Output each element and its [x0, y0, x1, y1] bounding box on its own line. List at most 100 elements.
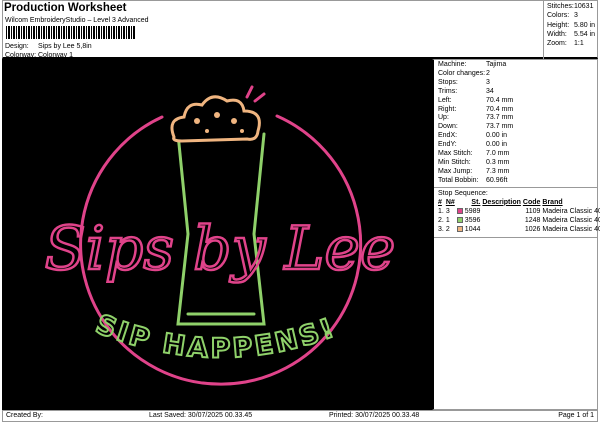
needle: 3	[445, 207, 450, 215]
stat-label: Width:	[547, 30, 567, 38]
description	[482, 207, 523, 216]
created-by: Created By:	[6, 412, 43, 419]
colorway-value: Colorway 1	[38, 52, 74, 59]
stat-row: EndY: 0.00 in	[438, 141, 597, 150]
stat-value: 5.54 in	[574, 30, 596, 38]
stats-box: Stitches:10631 Colors: 3 Height: 5.80 in Widt…	[543, 0, 598, 59]
stat-row: Max Stitch: 7.0 mm	[438, 150, 597, 159]
stat-label: Colors:	[547, 12, 570, 20]
brand: Madeira Classic 40	[542, 216, 600, 224]
needle: 1	[445, 216, 450, 224]
colorway-row: Colorway: Colorway 1	[5, 52, 73, 59]
design-value: Sips by Lee 5,8in	[38, 43, 92, 50]
stitch-count: 3596	[464, 216, 481, 224]
column-header: Description	[482, 198, 521, 206]
stat-value: 73.7 mm	[486, 114, 514, 122]
stat-value: 10631	[574, 3, 594, 10]
stat-label: Height:	[547, 21, 570, 29]
foam-icon	[170, 95, 261, 143]
stat-label: Max Stitch:	[438, 150, 473, 158]
stop-sequence-table: # N# St. Description Code Brand 1. 3 5989 1109 Ma…	[438, 198, 600, 234]
stat-value: 60.96ft	[486, 176, 508, 184]
stat-label: Max Jump:	[438, 167, 473, 175]
stat-row: Stops: 3	[438, 79, 597, 88]
page-number: Page 1 of 1	[558, 412, 594, 419]
stat-label: Left:	[438, 96, 452, 104]
stat-label: Down:	[438, 123, 458, 131]
row-num: 3.	[438, 225, 444, 233]
stat-value: 0.00 in	[486, 141, 508, 149]
row-num: 2.	[438, 216, 444, 224]
stat-value: 73.7 mm	[486, 123, 514, 131]
stat-value: 3	[574, 12, 578, 20]
table-row: 3. 2 1044 1026 Madeira Classic 40	[438, 225, 600, 234]
stop-sequence-title: Stop Sequence:	[438, 189, 488, 197]
stat-value: 70.4 mm	[486, 105, 514, 113]
footer: Created By: Last Saved: 30/07/2025 00.33…	[2, 410, 598, 422]
stat-label: Stops:	[438, 78, 458, 86]
stitch-count: 1044	[464, 225, 481, 233]
stat-row: Colors: 3	[547, 11, 598, 20]
column-header: #	[438, 198, 442, 206]
column-header: St.	[471, 198, 481, 206]
description	[482, 225, 523, 234]
stat-row: Right: 70.4 mm	[438, 106, 597, 115]
stat-row: Total Bobbin: 60.96ft	[438, 177, 597, 186]
code: 1248	[524, 216, 541, 224]
stat-label: EndX:	[438, 132, 458, 140]
header: Production Worksheet Wilcom EmbroiderySt…	[2, 1, 432, 59]
stat-value: 7.3 mm	[486, 167, 510, 175]
stat-value: 0.3 mm	[486, 158, 510, 166]
stat-label: Machine:	[438, 61, 467, 68]
stop-sequence: Stop Sequence: # N# St. Description Code Bran…	[434, 186, 600, 234]
code: 1026	[524, 225, 541, 233]
stat-row: Machine: Tajima	[438, 61, 597, 70]
stat-label: Right:	[438, 105, 457, 113]
stitches: 3596	[456, 216, 483, 225]
stat-row: Max Jump: 7.3 mm	[438, 168, 597, 177]
table-row: 2. 1 3596 1248 Madeira Classic 40	[438, 216, 600, 225]
column-header: Code	[522, 198, 541, 206]
stitch-count: 5989	[464, 207, 481, 215]
stat-value: 0.00 in	[486, 132, 508, 140]
color-swatch	[456, 225, 463, 232]
stat-label: Trims:	[438, 87, 458, 95]
stat-row: Up: 73.7 mm	[438, 114, 597, 123]
stat-label: Total Bobbin:	[438, 176, 479, 184]
stat-value: 1:1	[574, 40, 584, 48]
needle: 2	[445, 225, 450, 233]
design-row: Design: Sips by Lee 5,8in	[5, 43, 92, 50]
stat-row: Trims: 34	[438, 88, 597, 97]
barcode	[6, 26, 136, 39]
stat-value: 7.0 mm	[486, 150, 510, 158]
software-name: Wilcom EmbroideryStudio – Level 3 Advanc…	[5, 17, 149, 24]
design-preview: Sips by Lee SIP HAPPENS!	[2, 59, 432, 410]
divider	[434, 237, 597, 238]
color-swatch	[456, 216, 463, 223]
embroidery-design: Sips by Lee SIP HAPPENS!	[43, 85, 397, 386]
stat-value: 3	[486, 78, 490, 86]
page-title: Production Worksheet	[4, 2, 127, 14]
stat-row: Stitches:10631	[547, 2, 598, 11]
splash-icon	[245, 85, 266, 103]
stat-row: Down: 73.7 mm	[438, 123, 597, 132]
stat-label: Stitches:	[547, 3, 574, 10]
stat-value: 5.80 in	[574, 21, 596, 29]
brand-text: Sips by Lee	[45, 214, 396, 284]
info-panel: Machine: Tajima Color changes:2 Stops: 3 Trim…	[432, 59, 600, 410]
machine-info: Machine: Tajima Color changes:2 Stops: 3 Trim…	[434, 60, 597, 186]
brand: Madeira Classic 40	[542, 225, 600, 233]
stat-value: 2	[486, 69, 490, 77]
stat-label: Up:	[438, 114, 449, 122]
stat-label: Min Stitch:	[438, 158, 471, 166]
stat-value: 34	[486, 87, 494, 95]
stat-row: EndX: 0.00 in	[438, 132, 597, 141]
stat-row: Left: 70.4 mm	[438, 97, 597, 106]
last-saved: Last Saved: 30/07/2025 00.33.45	[149, 412, 253, 419]
stat-label: EndY:	[438, 141, 457, 149]
color-swatch	[456, 207, 463, 214]
brand: Madeira Classic 40	[542, 207, 600, 215]
stat-value: Tajima	[486, 61, 507, 68]
stat-row: Min Stitch: 0.3 mm	[438, 159, 597, 168]
table-row: 1. 3 5989 1109 Madeira Classic 40	[438, 207, 600, 216]
